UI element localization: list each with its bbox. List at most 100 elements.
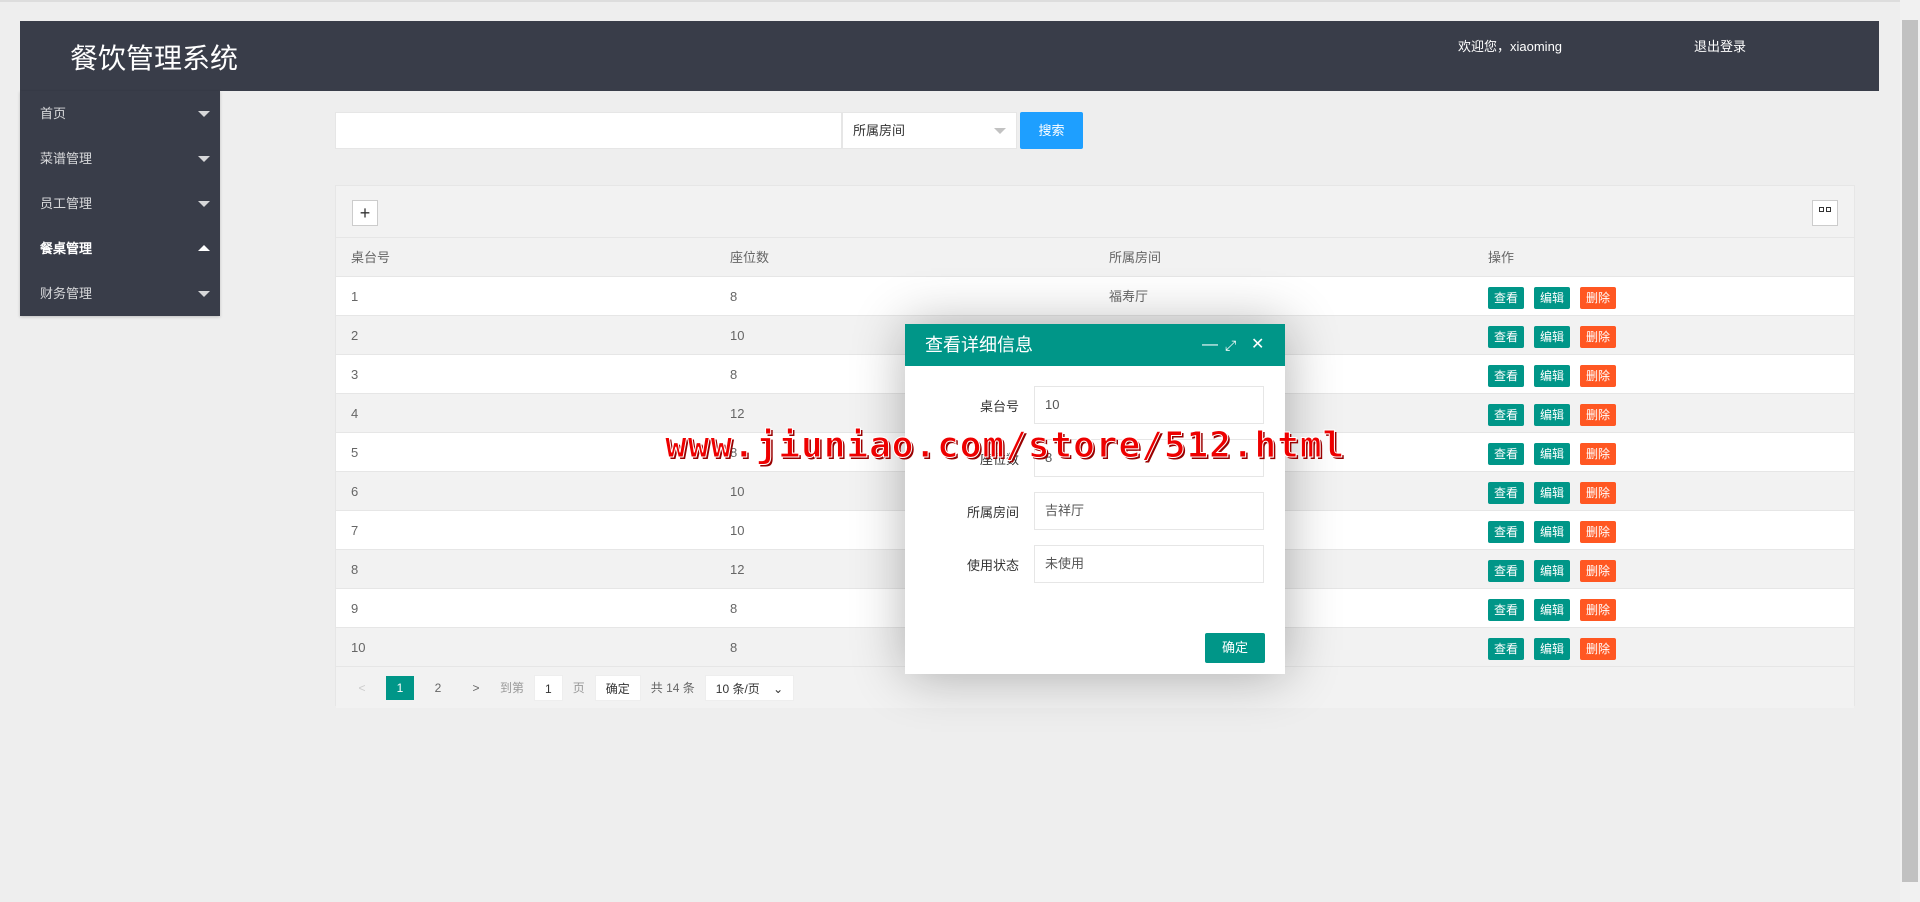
sidebar-item-label: 餐桌管理 <box>40 241 93 256</box>
sidebar-item-finance[interactable]: 财务管理 <box>20 271 220 316</box>
chevron-down-icon <box>994 128 1006 134</box>
page-unit: 页 <box>572 681 585 695</box>
caret-down-icon <box>198 201 210 207</box>
delete-button[interactable]: 删除 <box>1580 286 1617 309</box>
search-input[interactable] <box>335 112 842 149</box>
view-button[interactable]: 查看 <box>1488 364 1525 387</box>
view-button[interactable]: 查看 <box>1488 442 1525 465</box>
table-cell: 5 <box>351 445 359 460</box>
table-toolbar: + <box>336 186 1854 238</box>
goto-confirm-button[interactable]: 确定 <box>594 674 641 701</box>
delete-button[interactable]: 删除 <box>1580 325 1617 348</box>
delete-button[interactable]: 删除 <box>1580 364 1617 387</box>
sidebar-item-staff[interactable]: 员工管理 <box>20 181 220 226</box>
sidebar-item-label: 财务管理 <box>40 286 93 301</box>
field-label: 所属房间 <box>966 505 1019 520</box>
actions-cell: 查看 编辑 删除 <box>1473 628 1852 666</box>
edit-button[interactable]: 编辑 <box>1534 364 1571 387</box>
top-border <box>0 0 1920 2</box>
table-cell: 9 <box>351 601 359 616</box>
page-1[interactable]: 1 <box>386 675 414 700</box>
field-table-no: 桌台号 10 <box>905 386 1285 424</box>
next-page-icon[interactable]: > <box>462 676 490 700</box>
table-cell: 2 <box>351 328 359 343</box>
goto-label: 到第 <box>500 681 525 695</box>
detail-dialog: 查看详细信息 — ⤢ ✕ 桌台号 10 座位数 8 所属房间 吉祥厅 使用状态 未使用 … <box>905 324 1285 674</box>
caret-up-icon <box>198 245 210 251</box>
view-button[interactable]: 查看 <box>1488 520 1525 543</box>
edit-button[interactable]: 编辑 <box>1534 520 1571 543</box>
delete-button[interactable]: 删除 <box>1580 403 1617 426</box>
delete-button[interactable]: 删除 <box>1580 520 1617 543</box>
field-label: 使用状态 <box>966 558 1019 573</box>
dialog-titlebar: 查看详细信息 — ⤢ ✕ <box>905 324 1285 366</box>
edit-button[interactable]: 编辑 <box>1534 481 1571 504</box>
room-select[interactable]: 所属房间 <box>842 112 1017 149</box>
logout-link[interactable]: 退出登录 <box>1694 36 1746 55</box>
delete-button[interactable]: 删除 <box>1580 637 1617 660</box>
caret-down-icon <box>198 291 210 297</box>
minimize-icon[interactable]: — <box>1202 324 1218 366</box>
add-button[interactable]: + <box>352 200 378 226</box>
edit-button[interactable]: 编辑 <box>1534 403 1571 426</box>
table-cell: 8 <box>730 289 738 304</box>
table-cell: 1 <box>351 289 359 304</box>
search-button[interactable]: 搜索 <box>1020 112 1083 149</box>
sidebar-item-label: 菜谱管理 <box>40 151 93 166</box>
actions-cell: 查看 编辑 删除 <box>1473 550 1852 588</box>
delete-button[interactable]: 删除 <box>1580 559 1617 582</box>
column-header: 桌台号 <box>351 250 391 265</box>
goto-page-input[interactable]: 1 <box>534 674 563 701</box>
field-label: 桌台号 <box>979 399 1019 414</box>
actions-cell: 查看 编辑 删除 <box>1473 277 1852 315</box>
table-cell: 6 <box>351 484 359 499</box>
page-size-value: 10 条/页 <box>715 681 760 696</box>
column-header: 操作 <box>1488 250 1515 265</box>
edit-button[interactable]: 编辑 <box>1534 637 1571 660</box>
page-2[interactable]: 2 <box>424 676 452 700</box>
table-cell: 7 <box>351 523 359 538</box>
edit-button[interactable]: 编辑 <box>1534 325 1571 348</box>
maximize-icon[interactable]: ⤢ <box>1225 324 1236 366</box>
caret-down-icon <box>198 156 210 162</box>
sidebar-item-menu[interactable]: 菜谱管理 <box>20 136 220 181</box>
scrollbar-thumb[interactable] <box>1902 20 1918 882</box>
table-cell: 3 <box>351 367 359 382</box>
view-button[interactable]: 查看 <box>1488 637 1525 660</box>
delete-button[interactable]: 删除 <box>1580 598 1617 621</box>
view-button[interactable]: 查看 <box>1488 559 1525 582</box>
page-size-select[interactable]: 10 条/页 ⌄ <box>704 674 795 701</box>
table-cell: 4 <box>351 406 359 421</box>
actions-cell: 查看 编辑 删除 <box>1473 433 1852 471</box>
field-room: 所属房间 吉祥厅 <box>905 492 1285 530</box>
actions-cell: 查看 编辑 删除 <box>1473 589 1852 627</box>
edit-button[interactable]: 编辑 <box>1534 559 1571 582</box>
table-cell: 10 <box>351 640 366 655</box>
view-button[interactable]: 查看 <box>1488 403 1525 426</box>
view-button[interactable]: 查看 <box>1488 598 1525 621</box>
column-header: 所属房间 <box>1109 250 1162 265</box>
delete-button[interactable]: 删除 <box>1580 481 1617 504</box>
actions-cell: 查看 编辑 删除 <box>1473 355 1852 393</box>
view-button[interactable]: 查看 <box>1488 481 1525 504</box>
table-header: 桌台号 座位数 所属房间 操作 <box>336 238 1854 277</box>
delete-button[interactable]: 删除 <box>1580 442 1617 465</box>
edit-button[interactable]: 编辑 <box>1534 286 1571 309</box>
columns-filter-icon[interactable] <box>1812 200 1838 226</box>
prev-page-icon[interactable]: < <box>348 676 376 700</box>
view-button[interactable]: 查看 <box>1488 325 1525 348</box>
watermark-text: www.jiuniao.com/store/512.html <box>664 425 1346 467</box>
edit-button[interactable]: 编辑 <box>1534 442 1571 465</box>
table-no-input[interactable]: 10 <box>1034 386 1264 424</box>
edit-button[interactable]: 编辑 <box>1534 598 1571 621</box>
sidebar-item-home[interactable]: 首页 <box>20 91 220 136</box>
status-input[interactable]: 未使用 <box>1034 545 1264 583</box>
table-cell: 福寿厅 <box>1109 289 1149 304</box>
close-icon[interactable]: ✕ <box>1251 324 1264 366</box>
table-row: 1 8 福寿厅 查看 编辑 删除 <box>336 277 1854 316</box>
column-header: 座位数 <box>730 250 770 265</box>
room-input[interactable]: 吉祥厅 <box>1034 492 1264 530</box>
dialog-ok-button[interactable]: 确定 <box>1205 633 1265 663</box>
sidebar-item-tables[interactable]: 餐桌管理 <box>20 226 220 271</box>
view-button[interactable]: 查看 <box>1488 286 1525 309</box>
